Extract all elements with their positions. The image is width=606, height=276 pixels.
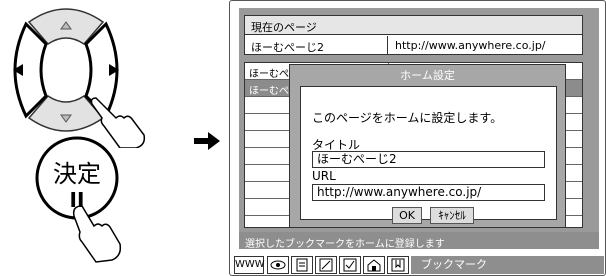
- eye-icon[interactable]: [267, 256, 289, 274]
- dialog-title: ホーム設定: [400, 69, 455, 82]
- enter-button-label: 決定: [53, 160, 101, 188]
- current-page-heading: 現在のページ: [245, 16, 582, 35]
- url-input[interactable]: http://www.anywhere.co.jp/: [312, 184, 545, 201]
- bookmark-row-title: ほーむぺ: [249, 86, 289, 97]
- current-page-box: 現在のページ ほーむぺーじ2 http://www.anywhere.co.jp…: [244, 15, 583, 55]
- home-settings-dialog: ホーム設定 このページをホームに設定します。 タイトル ほーむぺーじ2 URL …: [289, 64, 566, 228]
- enter-button-symbol: II: [69, 188, 85, 212]
- status-bar: 選択したブックマークをホームに登録します: [239, 232, 599, 250]
- dpad-left-icon: [13, 21, 48, 119]
- title-input[interactable]: ほーむぺーじ2: [312, 151, 545, 168]
- current-page-name: ほーむぺーじ2: [245, 36, 388, 55]
- url-label: URL: [312, 169, 336, 183]
- www-button[interactable]: WWW: [234, 256, 265, 274]
- pointing-hand-icon: [72, 205, 122, 263]
- dpad-illustration: [13, 8, 146, 148]
- page-icon[interactable]: [291, 256, 313, 274]
- enter-button-illustration: [35, 136, 122, 263]
- arrow-right-icon: [194, 132, 220, 150]
- dialog-body: このページをホームに設定します。 タイトル ほーむぺーじ2 URL http:/…: [300, 86, 557, 224]
- bookmark-icon[interactable]: [387, 256, 409, 274]
- check-icon[interactable]: [339, 256, 361, 274]
- edit-icon[interactable]: [315, 256, 337, 274]
- current-page-url: http://www.anywhere.co.jp/: [395, 39, 546, 52]
- ok-button[interactable]: OK: [392, 207, 422, 224]
- bookmark-row-title: ほーむぺ: [249, 69, 289, 80]
- dialog-message: このページをホームに設定します。: [312, 111, 503, 125]
- toolbar-section-label: ブックマーク: [411, 256, 604, 274]
- bottom-toolbar: WWW ブックマーク: [234, 256, 604, 274]
- house-icon[interactable]: [363, 256, 385, 274]
- cancel-button[interactable]: ｷｬﾝｾﾙ: [430, 207, 474, 224]
